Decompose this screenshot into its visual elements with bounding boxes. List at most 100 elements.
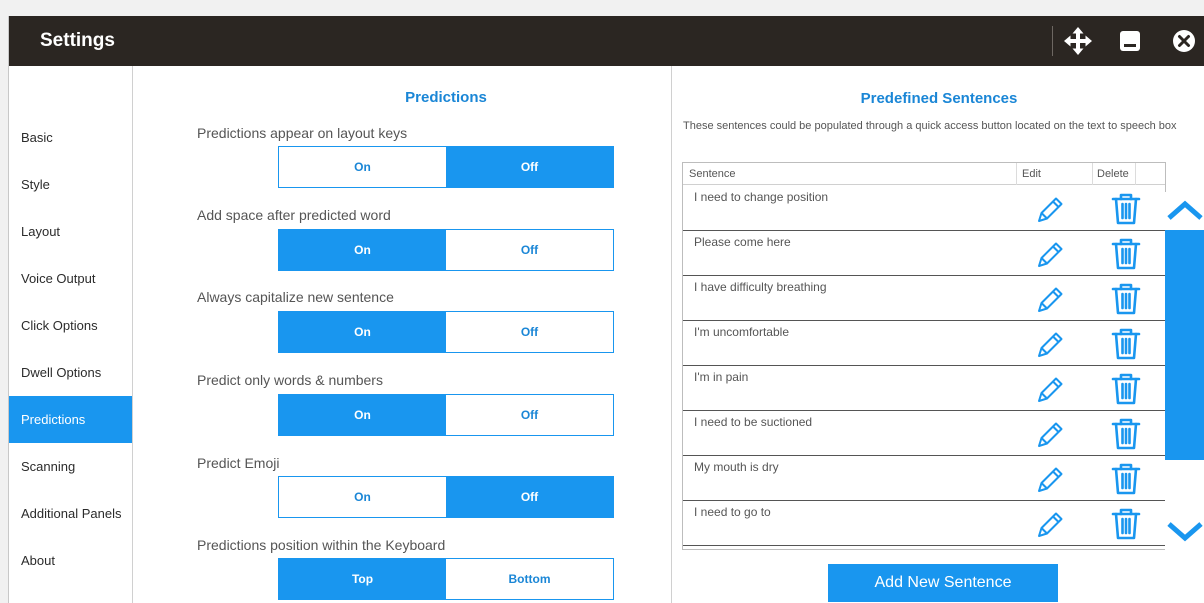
pencil-icon xyxy=(1033,197,1067,231)
table-row[interactable]: I need to change position xyxy=(683,186,1165,231)
sidebar-item-predictions[interactable]: Predictions xyxy=(9,396,132,443)
sentences-scrollbar[interactable] xyxy=(1165,192,1204,550)
add-new-sentence-button[interactable]: Add New Sentence xyxy=(828,564,1058,602)
sidebar-item-about[interactable]: About xyxy=(9,537,132,584)
toggle-top-button[interactable]: Top xyxy=(279,559,446,599)
trash-icon xyxy=(1109,238,1143,276)
table-row[interactable]: My mouth is dry xyxy=(683,456,1165,501)
toggle-off-button[interactable]: Off xyxy=(446,147,613,187)
close-icon xyxy=(1173,30,1195,52)
table-row[interactable]: Please come here xyxy=(683,231,1165,276)
table-row[interactable]: I need to go to xyxy=(683,501,1165,546)
sidebar-item-basic[interactable]: Basic xyxy=(9,114,132,161)
edit-button[interactable] xyxy=(1033,238,1067,272)
trash-icon xyxy=(1109,418,1143,456)
sentence-text: I need to go to xyxy=(694,505,771,519)
option-label: Predict only words & numbers xyxy=(197,372,383,388)
sidebar-item-scanning[interactable]: Scanning xyxy=(9,443,132,490)
pencil-icon xyxy=(1033,377,1067,411)
trash-icon xyxy=(1109,328,1143,366)
delete-button[interactable] xyxy=(1109,236,1143,272)
sidebar-item-style[interactable]: Style xyxy=(9,161,132,208)
predefined-sentences-description: These sentences could be populated throu… xyxy=(683,120,1177,132)
chevron-up-icon xyxy=(1167,200,1203,220)
edit-button[interactable] xyxy=(1033,373,1067,407)
table-row[interactable]: I'm uncomfortable xyxy=(683,321,1165,366)
minimize-icon xyxy=(1120,31,1140,51)
toggle-on-button[interactable]: On xyxy=(279,395,446,435)
sidebar-item-click-options[interactable]: Click Options xyxy=(9,302,132,349)
close-button[interactable] xyxy=(1168,25,1200,57)
title-bar-divider xyxy=(1052,26,1053,56)
trash-icon xyxy=(1109,193,1143,231)
edit-button[interactable] xyxy=(1033,283,1067,317)
minimize-button[interactable] xyxy=(1114,25,1146,57)
settings-sidebar: Basic Style Layout Voice Output Click Option… xyxy=(9,66,133,603)
column-divider xyxy=(1135,163,1136,185)
column-header-delete: Delete xyxy=(1097,168,1129,180)
pencil-icon xyxy=(1033,332,1067,366)
sentence-text: I have difficulty breathing xyxy=(694,280,827,294)
sidebar-item-dwell-options[interactable]: Dwell Options xyxy=(9,349,132,396)
predictions-title: Predictions xyxy=(405,89,487,106)
scrollbar-thumb[interactable] xyxy=(1165,230,1204,460)
delete-button[interactable] xyxy=(1109,506,1143,542)
window-title: Settings xyxy=(40,30,115,51)
settings-window: Settings Basic Style Layout Voice Output… xyxy=(8,16,1204,603)
predefined-sentences-panel: Predefined Sentences These sentences cou… xyxy=(673,66,1204,603)
toggle-off-button[interactable]: Off xyxy=(446,230,613,270)
table-row[interactable]: I'm in pain xyxy=(683,366,1165,411)
scroll-up-button[interactable] xyxy=(1165,192,1204,230)
table-row[interactable]: I have difficulty breathing xyxy=(683,276,1165,321)
sentence-text: I'm uncomfortable xyxy=(694,325,789,339)
chevron-down-icon xyxy=(1167,522,1203,542)
sidebar-item-layout[interactable]: Layout xyxy=(9,208,132,255)
toggle-on-button[interactable]: On xyxy=(279,147,446,187)
trash-icon xyxy=(1109,373,1143,411)
option-label: Predict Emoji xyxy=(197,455,280,471)
sentence-text: I need to change position xyxy=(694,190,829,204)
edit-button[interactable] xyxy=(1033,328,1067,362)
option-toggle: On Off xyxy=(278,146,614,188)
title-bar: Settings xyxy=(9,16,1204,66)
column-header-sentence: Sentence xyxy=(689,168,736,180)
edit-button[interactable] xyxy=(1033,193,1067,227)
scroll-down-button[interactable] xyxy=(1165,512,1204,550)
toggle-on-button[interactable]: On xyxy=(279,230,446,270)
scrollbar-track[interactable] xyxy=(1165,460,1204,512)
option-label: Predictions position within the Keyboard xyxy=(197,537,446,553)
delete-button[interactable] xyxy=(1109,191,1143,227)
edit-button[interactable] xyxy=(1033,418,1067,452)
move-button[interactable] xyxy=(1062,25,1094,57)
delete-button[interactable] xyxy=(1109,416,1143,452)
sentence-text: I need to be suctioned xyxy=(694,415,813,429)
pencil-icon xyxy=(1033,422,1067,456)
toggle-on-button[interactable]: On xyxy=(279,477,446,517)
delete-button[interactable] xyxy=(1109,371,1143,407)
sidebar-item-additional-panels[interactable]: Additional Panels xyxy=(9,490,132,537)
pencil-icon xyxy=(1033,287,1067,321)
toggle-off-button[interactable]: Off xyxy=(446,395,613,435)
table-header: Sentence Edit Delete xyxy=(683,163,1165,185)
sidebar-item-voice-output[interactable]: Voice Output xyxy=(9,255,132,302)
trash-icon xyxy=(1109,508,1143,546)
delete-button[interactable] xyxy=(1109,281,1143,317)
toggle-off-button[interactable]: Off xyxy=(446,477,613,517)
move-icon xyxy=(1064,27,1092,55)
delete-button[interactable] xyxy=(1109,326,1143,362)
predictions-panel: Predictions Predictions appear on layout… xyxy=(134,66,672,603)
pencil-icon xyxy=(1033,467,1067,501)
sentence-text: My mouth is dry xyxy=(694,460,779,474)
sentences-table: Sentence Edit Delete I need to change po… xyxy=(682,162,1166,550)
column-header-edit: Edit xyxy=(1022,168,1041,180)
toggle-off-button[interactable]: Off xyxy=(446,312,613,352)
table-row[interactable]: I need to be suctioned xyxy=(683,411,1165,456)
toggle-on-button[interactable]: On xyxy=(279,312,446,352)
column-divider xyxy=(1016,163,1017,185)
edit-button[interactable] xyxy=(1033,508,1067,542)
toggle-bottom-button[interactable]: Bottom xyxy=(446,559,613,599)
delete-button[interactable] xyxy=(1109,461,1143,497)
trash-icon xyxy=(1109,463,1143,501)
edit-button[interactable] xyxy=(1033,463,1067,497)
option-toggle: Top Bottom xyxy=(278,558,614,600)
